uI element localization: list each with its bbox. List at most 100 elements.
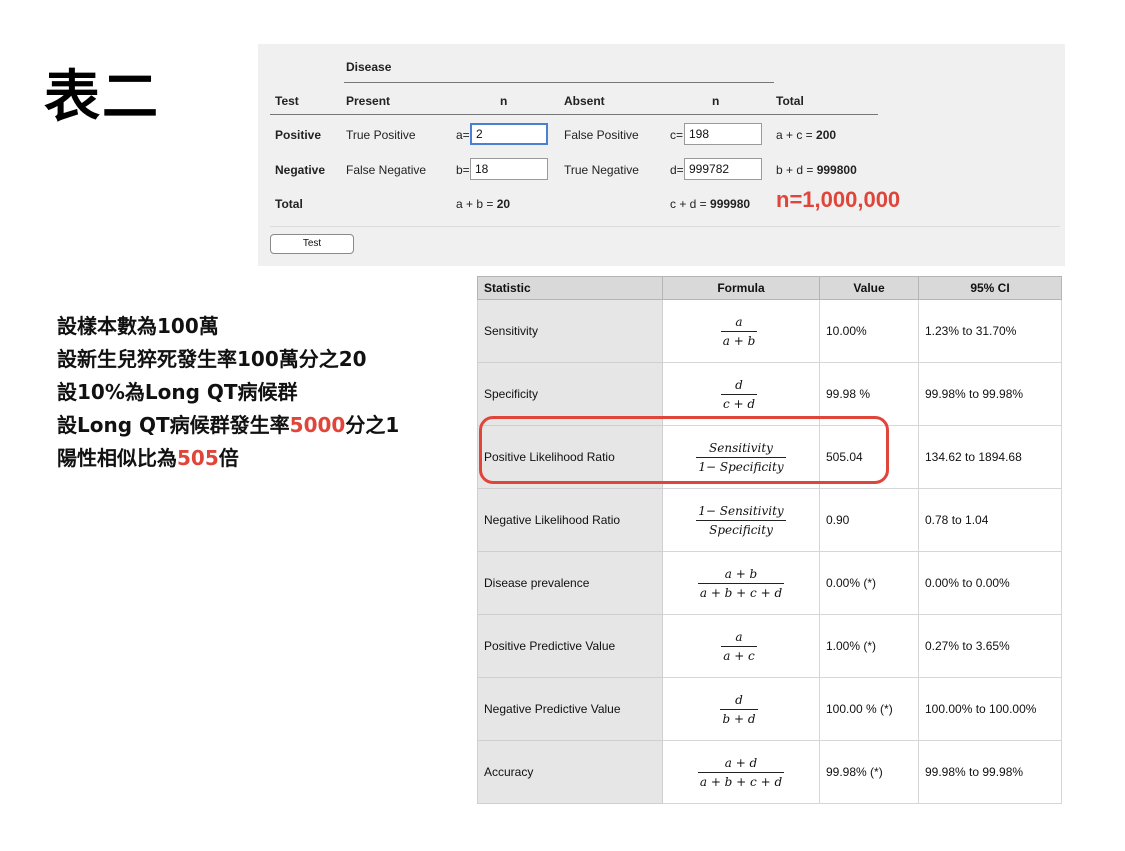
- note-lr-a: 陽性相似比為: [57, 446, 177, 470]
- results-table: Statistic Formula Value 95% CI Sensitivi…: [477, 276, 1062, 804]
- contingency-calculator: Disease Test Present n Absent n Total Po…: [258, 44, 1065, 266]
- stat-ci: 0.00% to 0.00%: [918, 551, 1062, 615]
- stat-name: Sensitivity: [477, 299, 663, 363]
- bd-label: b + d =: [776, 163, 817, 177]
- formula-numerator: a: [721, 630, 757, 647]
- col-n2-header: n: [712, 94, 720, 108]
- table-row: Sensitivity aa + b 10.00% 1.23% to 31.70…: [477, 299, 1062, 363]
- stat-name: Negative Predictive Value: [477, 677, 663, 741]
- stat-value: 1.00% (*): [819, 614, 919, 678]
- table-row: Negative Predictive Value db + d 100.00 …: [477, 677, 1062, 741]
- formula-denominator: b + d: [722, 711, 756, 726]
- col-total-header: Total: [776, 94, 804, 108]
- test-button[interactable]: Test: [270, 234, 354, 254]
- formula: db + d: [662, 677, 820, 741]
- stat-name: Positive Predictive Value: [477, 614, 663, 678]
- bd-value: 999800: [816, 163, 857, 177]
- formula-fraction: a + da + b + c + d: [697, 756, 785, 789]
- note-long-qt-share: 設10%為Long QT病候群: [57, 380, 298, 404]
- note-long-qt-rate-c: 分之1: [345, 413, 400, 437]
- a-input[interactable]: 2: [470, 123, 548, 145]
- stat-name: Disease prevalence: [477, 551, 663, 615]
- b-input[interactable]: 18: [470, 158, 548, 180]
- stat-ci: 0.78 to 1.04: [918, 488, 1062, 552]
- notes-block: 設樣本數為100萬 設新生兒猝死發生率100萬分之20 設10%為Long QT…: [57, 310, 399, 475]
- formula-numerator: d: [720, 378, 758, 395]
- formula-numerator: 1− Sensitivity: [696, 504, 786, 521]
- results-header-row: Statistic Formula Value 95% CI: [477, 276, 1062, 300]
- d-input[interactable]: 999782: [684, 158, 762, 180]
- note-sample-size: 設樣本數為100萬: [57, 314, 219, 338]
- header-underline: [270, 114, 878, 115]
- note-sids-rate: 設新生兒猝死發生率100萬分之20: [57, 347, 367, 371]
- stat-value: 10.00%: [819, 299, 919, 363]
- formula-fraction: aa + c: [721, 630, 757, 663]
- formula-denominator: a + b + c + d: [699, 585, 783, 600]
- stat-value: 0.00% (*): [819, 551, 919, 615]
- ab-label: a + b =: [456, 197, 497, 211]
- col-n1-header: n: [500, 94, 508, 108]
- cd-sum: c + d = 999980: [670, 197, 750, 211]
- stat-ci: 0.27% to 3.65%: [918, 614, 1062, 678]
- d-prefix: d=: [670, 163, 684, 177]
- stat-ci: 99.98% to 99.98%: [918, 740, 1062, 804]
- ab-value: 20: [496, 197, 511, 211]
- formula-denominator: a + b: [722, 333, 756, 348]
- b-prefix: b=: [456, 163, 470, 177]
- formula-numerator: a + d: [697, 756, 785, 773]
- col-absent-header: Absent: [564, 94, 605, 108]
- false-positive-label: False Positive: [564, 128, 639, 142]
- note-long-qt-rate-a: 設Long QT病候群發生率: [57, 413, 290, 437]
- formula-numerator: d: [720, 693, 758, 710]
- table-row: Disease prevalence a + ba + b + c + d 0.…: [477, 551, 1062, 615]
- stat-value: 100.00 % (*): [819, 677, 919, 741]
- formula: aa + c: [662, 614, 820, 678]
- row-total-label: Total: [275, 197, 303, 211]
- formula-fraction: dc + d: [720, 378, 758, 411]
- panel-divider: [270, 226, 1060, 227]
- header-statistic: Statistic: [477, 276, 663, 300]
- true-negative-label: True Negative: [564, 163, 639, 177]
- formula-denominator: a + c: [723, 648, 755, 663]
- table-row: Accuracy a + da + b + c + d 99.98% (*) 9…: [477, 740, 1062, 804]
- col-test-header: Test: [275, 94, 299, 108]
- stat-value: 99.98% (*): [819, 740, 919, 804]
- highlight-positive-lr: [479, 416, 889, 484]
- formula-fraction: aa + b: [720, 315, 758, 348]
- header-value: Value: [819, 276, 919, 300]
- table-row: Positive Predictive Value aa + c 1.00% (…: [477, 614, 1062, 678]
- row-negative-label: Negative: [275, 163, 326, 177]
- ac-sum: a + c = 200: [776, 128, 836, 142]
- formula: 1− Sensitivity Specificity: [662, 488, 820, 552]
- formula-denominator: a + b + c + d: [699, 774, 783, 789]
- ab-sum: a + b = 20: [456, 197, 510, 211]
- disease-header-underline: [344, 82, 774, 83]
- stat-ci: 100.00% to 100.00%: [918, 677, 1062, 741]
- formula-denominator: c + d: [722, 396, 756, 411]
- stat-value: 0.90: [819, 488, 919, 552]
- bd-sum: b + d = 999800: [776, 163, 857, 177]
- c-input[interactable]: 198: [684, 123, 762, 145]
- note-lr-b: 505: [177, 446, 219, 470]
- formula: aa + b: [662, 299, 820, 363]
- header-ci: 95% CI: [918, 276, 1062, 300]
- stat-name: Accuracy: [477, 740, 663, 804]
- stat-ci: 134.62 to 1894.68: [918, 425, 1062, 489]
- disease-header: Disease: [346, 60, 392, 74]
- header-formula: Formula: [662, 276, 820, 300]
- row-positive-label: Positive: [275, 128, 322, 142]
- formula-fraction: db + d: [720, 693, 758, 726]
- stat-ci: 99.98% to 99.98%: [918, 362, 1062, 426]
- col-present-header: Present: [346, 94, 391, 108]
- formula-numerator: a: [720, 315, 758, 332]
- c-prefix: c=: [670, 128, 684, 142]
- stat-name: Negative Likelihood Ratio: [477, 488, 663, 552]
- formula-fraction: a + ba + b + c + d: [697, 567, 785, 600]
- table-row: Negative Likelihood Ratio 1− Sensitivity…: [477, 488, 1062, 552]
- slide-title: 表二: [44, 65, 160, 130]
- cd-label: c + d =: [670, 197, 711, 211]
- note-lr-c: 倍: [218, 446, 239, 470]
- false-negative-label: False Negative: [346, 163, 427, 177]
- formula-denominator: Specificity: [709, 522, 773, 537]
- true-positive-label: True Positive: [346, 128, 416, 142]
